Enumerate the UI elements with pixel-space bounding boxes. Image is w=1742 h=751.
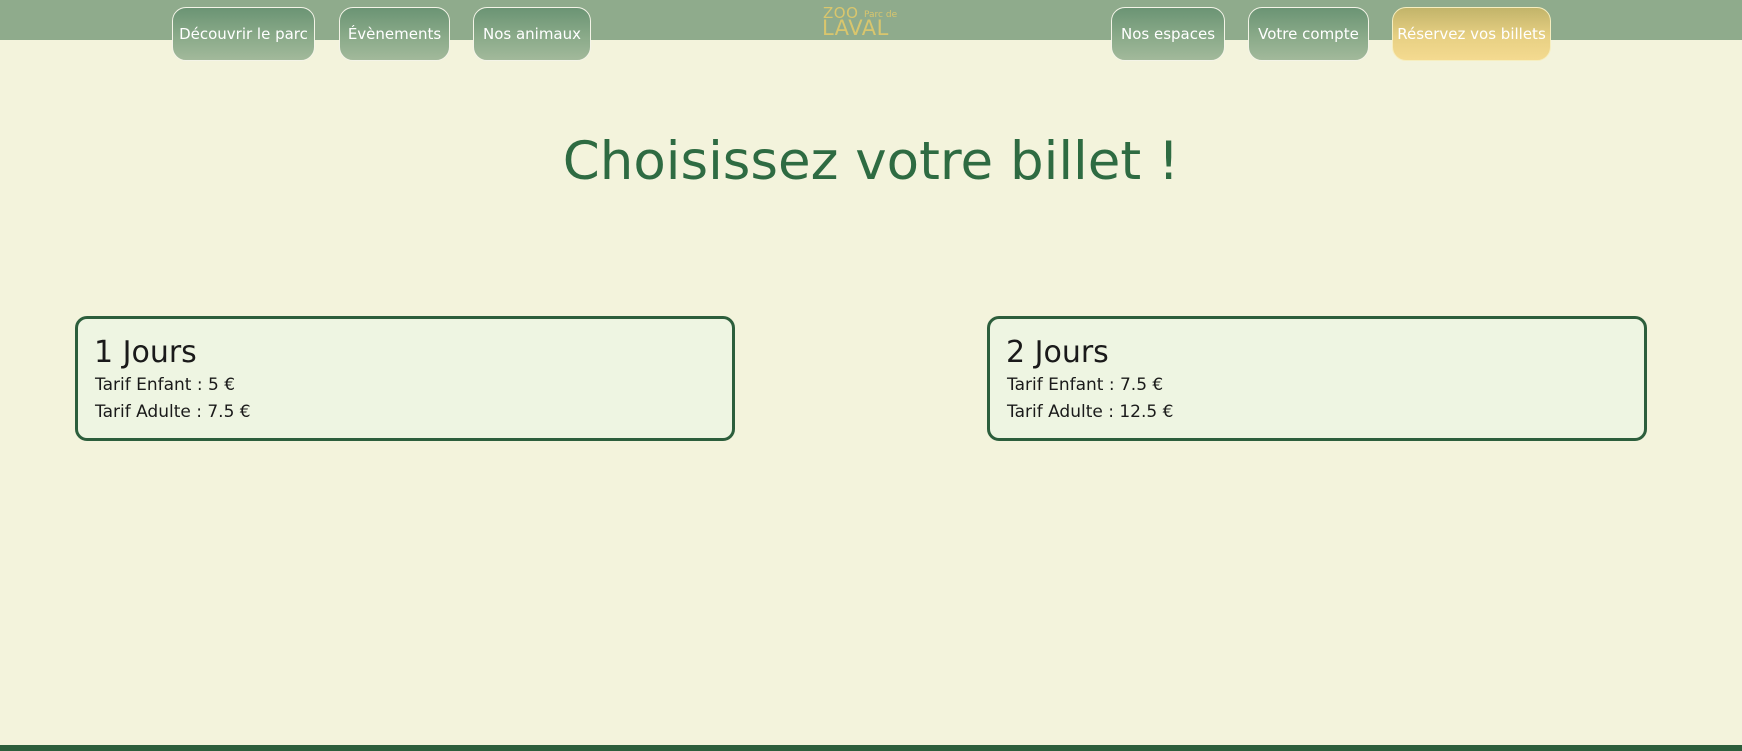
ticket-card-2-jours[interactable]: 2 Jours Tarif Enfant : 7.5 € Tarif Adult… (987, 316, 1647, 441)
zoo-laval-logo[interactable]: ZOO Parc de LAVAL (822, 4, 902, 40)
ticket-card-1-jour[interactable]: 1 Jours Tarif Enfant : 5 € Tarif Adulte … (75, 316, 735, 441)
page: Découvrir le parc Évènements Nos animaux… (0, 0, 1742, 751)
page-title: Choisissez votre billet ! (562, 131, 1180, 192)
footer-bar (0, 745, 1742, 751)
ticket-title: 1 Jours (94, 335, 197, 370)
ticket-child-price: Tarif Enfant : 5 € (95, 375, 236, 395)
nav-button-nos-espaces[interactable]: Nos espaces (1111, 7, 1225, 61)
logo-laval-text: LAVAL (822, 16, 889, 40)
ticket-adult-price: Tarif Adulte : 7.5 € (95, 402, 251, 422)
nav-button-reservez-vos-billets[interactable]: Réservez vos billets (1392, 7, 1551, 61)
ticket-title: 2 Jours (1006, 335, 1109, 370)
nav-button-votre-compte[interactable]: Votre compte (1248, 7, 1369, 61)
nav-button-evenements[interactable]: Évènements (339, 7, 450, 61)
ticket-child-price: Tarif Enfant : 7.5 € (1007, 375, 1164, 395)
nav-button-decouvrir-le-parc[interactable]: Découvrir le parc (172, 7, 315, 61)
nav-button-nos-animaux[interactable]: Nos animaux (473, 7, 591, 61)
ticket-adult-price: Tarif Adulte : 12.5 € (1007, 402, 1174, 422)
